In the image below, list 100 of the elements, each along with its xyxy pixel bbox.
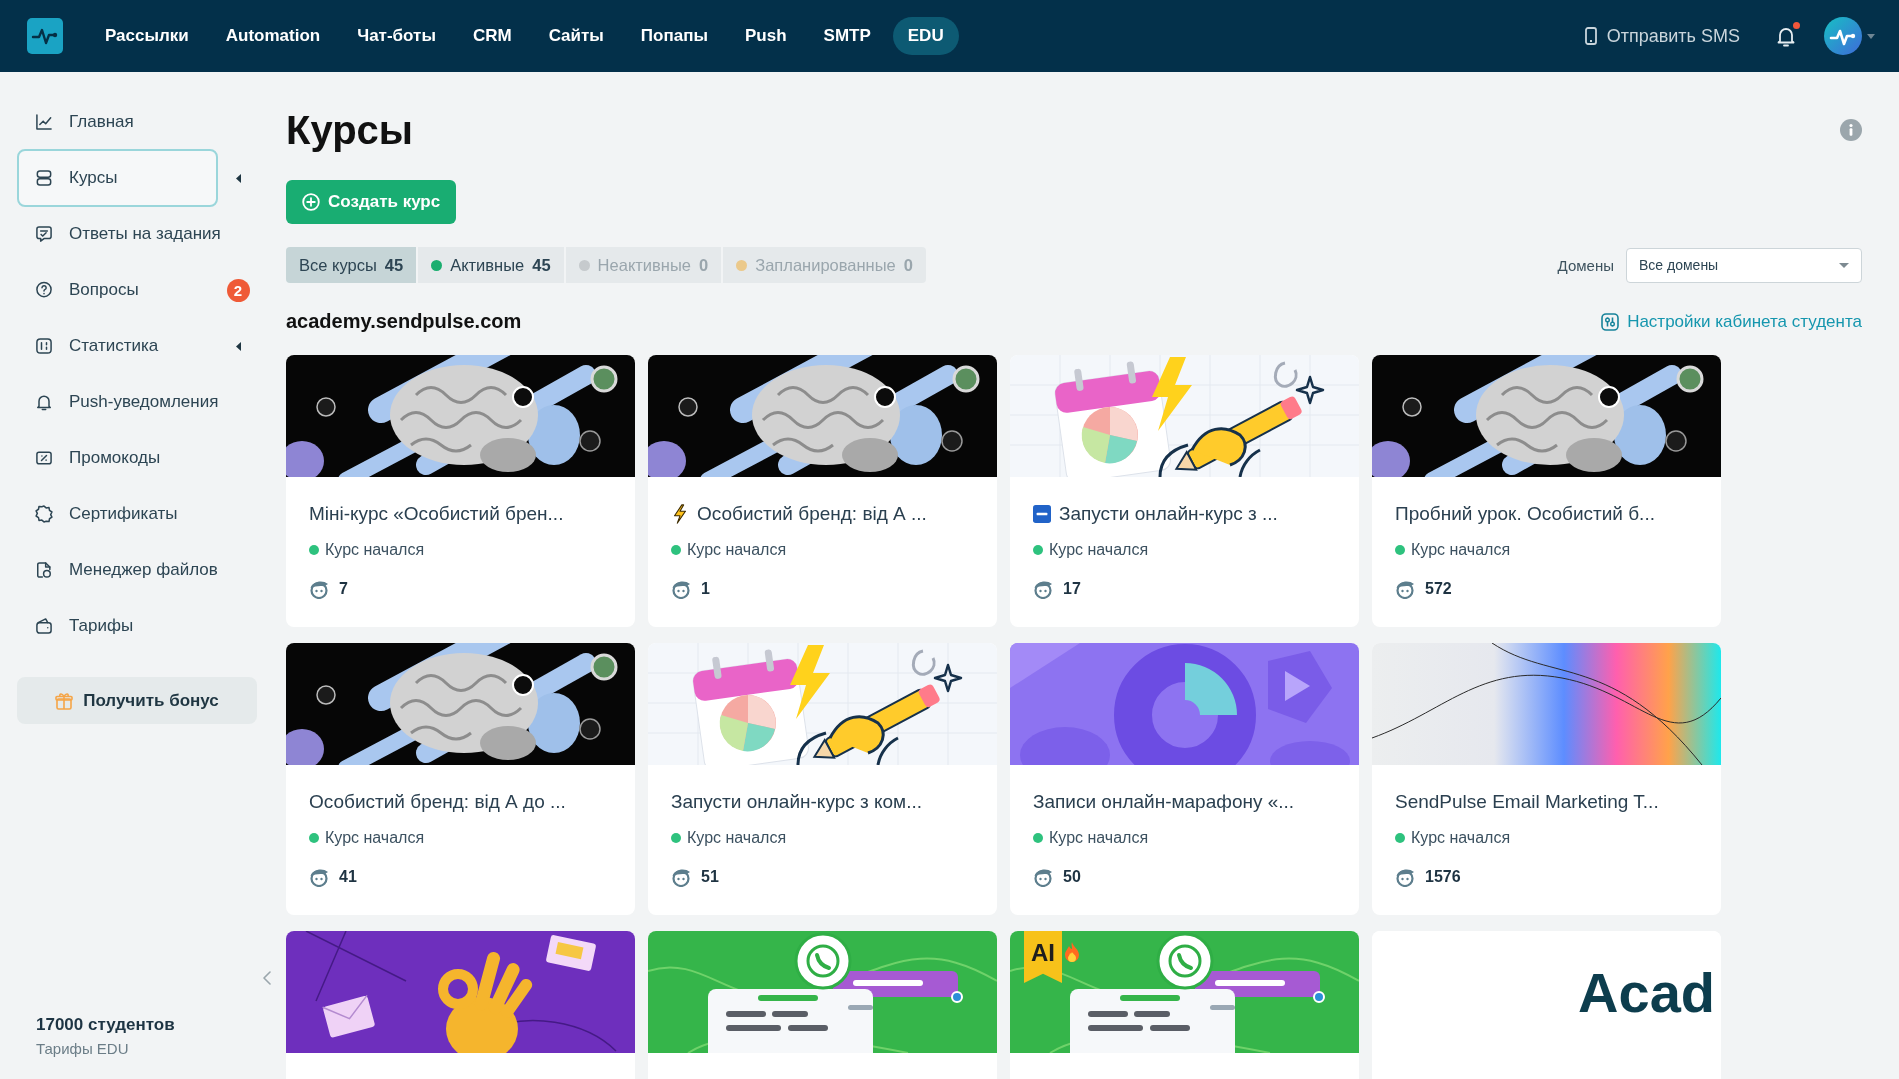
plus-circle-icon xyxy=(302,193,320,211)
course-card[interactable]: Міні-курс «Особистий брен... Курс начался 7 xyxy=(286,355,635,627)
domains-label: Домены xyxy=(1557,256,1614,274)
filter-label: Неактивные xyxy=(597,255,691,275)
student-icon xyxy=(309,579,329,599)
student-icon xyxy=(1033,867,1053,887)
filter-tab[interactable]: Активные 45 xyxy=(418,247,564,283)
sidebar-item[interactable]: Вопросы xyxy=(17,261,218,319)
status-dot-icon xyxy=(671,833,681,843)
course-card[interactable]: AI xyxy=(1010,931,1359,1079)
nav-tab[interactable]: Сайты xyxy=(533,17,619,55)
cover-tag: AI xyxy=(1024,931,1062,983)
course-status: Курс начался xyxy=(1049,541,1149,559)
course-title: Запусти онлайн-курс з ком... xyxy=(671,791,922,813)
course-title: Пробний урок. Особистий б... xyxy=(1395,503,1655,525)
domains-dropdown[interactable]: Все домены xyxy=(1626,247,1862,283)
sidebar-item[interactable]: Курсы xyxy=(17,149,218,207)
sidebar-item[interactable]: Тарифы xyxy=(17,597,218,655)
nav-tab[interactable]: CRM xyxy=(457,17,527,55)
filter-count: 45 xyxy=(384,255,404,275)
square-badge-icon xyxy=(1033,504,1051,524)
course-title: SendPulse Email Marketing T... xyxy=(1395,791,1659,813)
nav-tab[interactable]: Чат-боты xyxy=(342,17,451,55)
filter-label: Запланированные xyxy=(755,255,896,275)
student-icon xyxy=(1033,579,1053,599)
wallet-icon xyxy=(34,616,54,636)
student-count: 17 xyxy=(1063,580,1081,598)
course-card[interactable]: Пробний урок. Особистий б... Курс начался 572 xyxy=(1372,355,1721,627)
status-dot-icon xyxy=(1395,833,1405,843)
caret-down-icon[interactable] xyxy=(1867,33,1875,39)
caret-down-icon xyxy=(1839,262,1849,268)
logo-text: Acad xyxy=(1578,959,1715,1025)
bell-icon[interactable] xyxy=(1776,25,1796,47)
dashboard-icon xyxy=(34,336,54,356)
status-dot-icon xyxy=(1033,545,1043,555)
course-card[interactable]: Запусти онлайн-курс з ... Курс начался 17 xyxy=(1010,355,1359,627)
sidebar-item[interactable]: Главная xyxy=(17,93,218,151)
line-chart-icon xyxy=(34,112,54,132)
caret-left-icon[interactable] xyxy=(235,341,241,351)
course-status: Курс начался xyxy=(1411,541,1511,559)
student-icon xyxy=(1395,579,1415,599)
course-title: Міні-курс «Особистий брен... xyxy=(309,503,564,525)
course-title: Особистий бренд: від А до ... xyxy=(309,791,566,813)
caret-left-icon[interactable] xyxy=(235,173,241,183)
nav-tab[interactable]: Push xyxy=(730,17,802,55)
filter-label: Активные xyxy=(450,255,525,275)
badge-icon xyxy=(34,504,54,524)
send-sms-button[interactable]: Отправить SMS xyxy=(1584,25,1740,47)
course-card[interactable]: Acad xyxy=(1372,931,1721,1079)
course-status: Курс начался xyxy=(1411,829,1511,847)
student-icon xyxy=(671,867,691,887)
nav-tab[interactable]: Попапы xyxy=(625,17,723,55)
student-count: 51 xyxy=(701,868,719,886)
filter-label: Все курсы xyxy=(299,255,377,275)
status-dot-icon xyxy=(309,833,319,843)
status-dot-icon xyxy=(309,545,319,555)
page-title: Курсы xyxy=(286,107,413,154)
get-bonus-button[interactable]: Получить бонус xyxy=(17,677,257,724)
sidebar-item[interactable]: Менеджер файлов xyxy=(17,541,218,599)
avatar-icon[interactable] xyxy=(1824,17,1862,55)
sidebar-item[interactable]: Ответы на задания xyxy=(17,205,218,263)
sidebar-item[interactable]: Push-уведомления xyxy=(17,373,218,431)
sidebar-item[interactable]: Промокоды xyxy=(17,429,218,487)
phone-icon xyxy=(1584,27,1597,45)
sidebar-item[interactable]: Статистика xyxy=(17,317,218,375)
filter-tab[interactable]: Все курсы 45 xyxy=(286,247,417,283)
course-card[interactable]: SendPulse Email Marketing T... Курс начался 1576 xyxy=(1372,643,1721,915)
nav-tab[interactable]: Automation xyxy=(210,17,336,55)
course-title: Запусти онлайн-курс з ... xyxy=(1059,503,1278,525)
filter-count: 0 xyxy=(903,255,913,275)
question-icon xyxy=(34,280,54,300)
file-icon xyxy=(34,560,54,580)
plan-link[interactable]: Тарифы EDU xyxy=(36,1040,129,1057)
student-count: 572 xyxy=(1425,580,1452,598)
status-dot-icon xyxy=(1395,545,1405,555)
student-icon xyxy=(1395,867,1415,887)
chat-check-icon xyxy=(34,224,54,244)
nav-tab[interactable]: EDU xyxy=(892,17,959,55)
course-title: Записи онлайн-марафону «... xyxy=(1033,791,1295,813)
course-card[interactable]: Записи онлайн-марафону «... Курс начался 50 xyxy=(1010,643,1359,915)
nav-tab[interactable]: SMTP xyxy=(808,17,886,55)
student-icon xyxy=(309,867,329,887)
course-status: Курс начался xyxy=(325,541,425,559)
course-status: Курс начался xyxy=(325,829,425,847)
course-card[interactable]: Особистий бренд: від А до ... Курс начался 41 xyxy=(286,643,635,915)
flame-icon xyxy=(1064,941,1080,963)
course-card[interactable]: Запусти онлайн-курс з ком... Курс начался 51 xyxy=(648,643,997,915)
logo-icon[interactable] xyxy=(27,18,63,54)
course-status: Курс начался xyxy=(687,829,787,847)
lightning-icon xyxy=(671,504,689,524)
domain-name: academy.sendpulse.com xyxy=(286,310,522,333)
student-count: 7 xyxy=(339,580,348,598)
course-status: Курс начался xyxy=(1049,829,1149,847)
filter-count: 0 xyxy=(699,255,709,275)
nav-tab[interactable]: Рассылки xyxy=(90,17,204,55)
course-card[interactable]: Особистий бренд: від А ... Курс начался 1 xyxy=(648,355,997,627)
status-dot-icon xyxy=(671,545,681,555)
student-count: 50 xyxy=(1063,868,1081,886)
sidebar-item[interactable]: Сертификаты xyxy=(17,485,218,543)
filter-count: 45 xyxy=(532,255,551,275)
